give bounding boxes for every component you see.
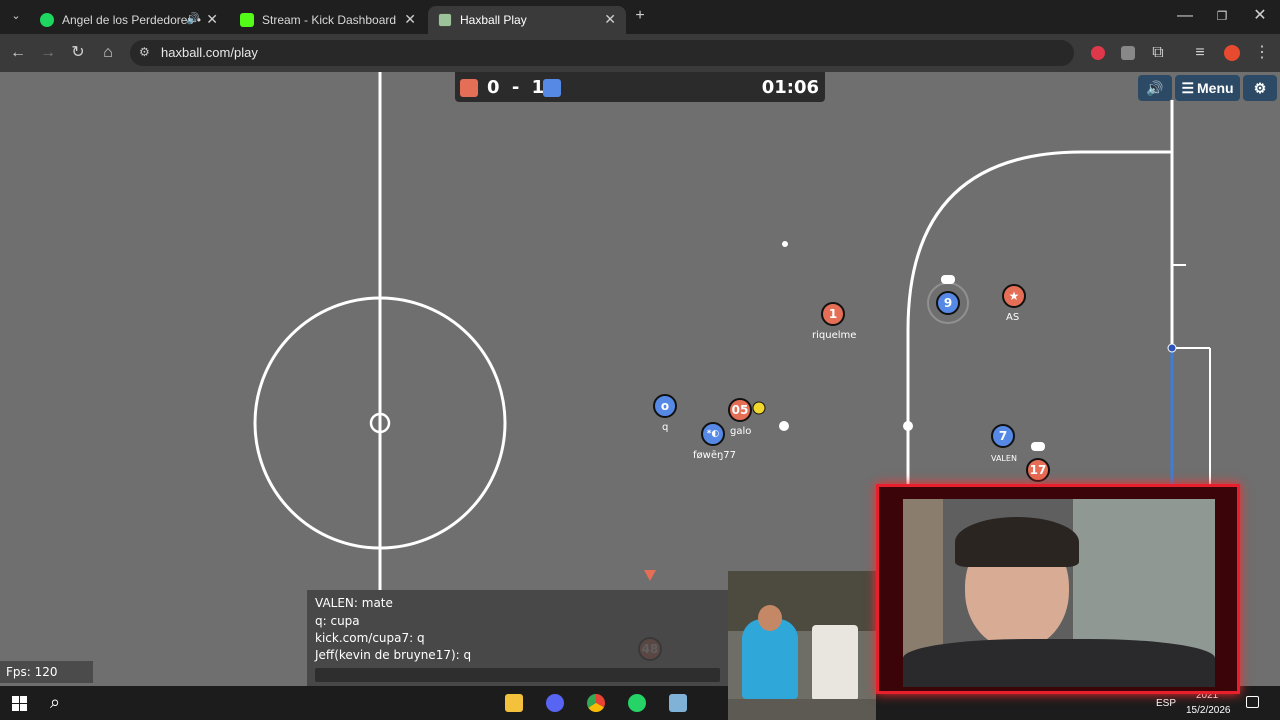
tab-spotify[interactable]: Angel de los Perdedores • 🔊 ✕ xyxy=(30,6,228,34)
tab-title: Stream - Kick Dashboard xyxy=(262,13,397,27)
browser-menu-icon[interactable]: ⋮ xyxy=(1252,43,1272,63)
tab-title: Angel de los Perdedores • xyxy=(62,13,201,27)
tab-haxball[interactable]: Haxball Play ✕ xyxy=(428,6,626,34)
chat-message: Jeff(kevin de bruyne17): q xyxy=(315,648,472,662)
close-icon[interactable]: ✕ xyxy=(206,11,218,28)
blue-player-fowen: *◐ xyxy=(701,422,725,446)
player-name: riquelme xyxy=(812,330,857,341)
chat-input[interactable] xyxy=(315,668,720,682)
red-player-17: 17 xyxy=(1026,458,1050,482)
browser-tab-bar: ⌄ Angel de los Perdedores • 🔊 ✕ Stream -… xyxy=(0,0,1280,34)
menu-button[interactable]: ☰ Menu xyxy=(1175,75,1240,101)
media-control-icon[interactable]: ≡ xyxy=(1190,43,1210,63)
discord-icon[interactable] xyxy=(546,694,564,712)
player-name: q xyxy=(662,422,669,433)
spotify-icon xyxy=(40,13,54,27)
language-indicator[interactable]: ESP xyxy=(1156,698,1176,709)
chat-message: VALEN: mate xyxy=(315,596,393,610)
notification-icon[interactable] xyxy=(1246,696,1259,708)
haxball-icon xyxy=(438,13,452,27)
chat-bubble-icon xyxy=(941,275,955,284)
address-bar[interactable]: ⚙ haxball.com/play xyxy=(130,40,1074,66)
extensions-puzzle-icon[interactable]: ⧉ xyxy=(1148,43,1168,63)
chat-message: q: cupa xyxy=(315,614,360,628)
settings-button[interactable]: ⚙ xyxy=(1243,75,1277,101)
site-info-icon[interactable]: ⚙ xyxy=(139,45,150,59)
clock-date[interactable]: 15/2/2026 xyxy=(1186,705,1231,716)
back-icon[interactable]: ← xyxy=(8,43,28,63)
chrome-icon[interactable] xyxy=(587,694,605,712)
blue-player-o: o xyxy=(653,394,677,418)
tab-search-icon[interactable]: ⌄ xyxy=(6,6,26,26)
close-icon[interactable]: ✕ xyxy=(604,11,616,28)
red-player-1: 1 xyxy=(821,302,845,326)
profile-avatar[interactable] xyxy=(1222,43,1242,63)
search-icon[interactable]: ⌕ xyxy=(50,692,60,713)
player-name: AS xyxy=(1006,312,1020,323)
home-icon[interactable]: ⌂ xyxy=(98,43,118,63)
chat-message: kick.com/cupa7: q xyxy=(315,631,425,645)
extension-adblock-icon[interactable] xyxy=(1088,43,1108,63)
window-close-button[interactable]: ✕ xyxy=(1250,6,1270,26)
forward-icon[interactable]: → xyxy=(38,43,58,63)
hamburger-icon: ☰ xyxy=(1181,79,1194,96)
player-name: VALEN xyxy=(991,454,1017,463)
red-player-captain: ★ xyxy=(1002,284,1026,308)
match-clock: 01:06 xyxy=(761,77,819,98)
speaker-icon: 🔊 xyxy=(186,13,200,25)
scoreboard: 0 - 1 01:06 xyxy=(455,72,825,102)
chat-panel: VALEN: mate q: cupa kick.com/cupa7: q Je… xyxy=(307,590,730,686)
red-team-indicator xyxy=(460,79,478,97)
red-player-05: 05 xyxy=(728,398,752,422)
maximize-button[interactable]: ❐ xyxy=(1212,6,1232,26)
fps-counter: Fps: 120 xyxy=(0,661,93,683)
blue-team-indicator xyxy=(543,79,561,97)
player-name: føwēŋ77 xyxy=(693,450,737,461)
new-tab-button[interactable]: + xyxy=(630,6,650,26)
chat-bubble-icon xyxy=(1031,442,1045,451)
file-explorer-icon[interactable] xyxy=(505,694,523,712)
webcam-overlay xyxy=(876,484,1240,694)
tab-title: Haxball Play xyxy=(460,13,527,27)
kick-icon xyxy=(240,13,254,27)
red-score: 0 xyxy=(487,77,500,98)
reload-icon[interactable]: ↻ xyxy=(68,43,88,63)
tab-kick[interactable]: Stream - Kick Dashboard ✕ xyxy=(230,6,426,34)
blue-player-7: 7 xyxy=(991,424,1015,448)
score-separator: - xyxy=(511,77,520,98)
app-icon[interactable] xyxy=(669,694,687,712)
extension-translate-icon[interactable] xyxy=(1118,43,1138,63)
sound-button[interactable]: 🔊 xyxy=(1138,75,1172,101)
blue-player-9: 9 xyxy=(936,291,960,315)
whatsapp-icon[interactable] xyxy=(628,694,646,712)
score-display: 0 - 1 xyxy=(487,77,544,98)
player-name: galo xyxy=(730,426,752,437)
windows-start-icon[interactable] xyxy=(12,696,27,711)
photo-overlay xyxy=(728,571,876,720)
minimize-button[interactable]: — xyxy=(1175,6,1195,26)
webcam-video xyxy=(903,499,1215,687)
menu-label: Menu xyxy=(1197,80,1234,96)
url-text: haxball.com/play xyxy=(161,45,258,60)
close-icon[interactable]: ✕ xyxy=(404,11,416,28)
